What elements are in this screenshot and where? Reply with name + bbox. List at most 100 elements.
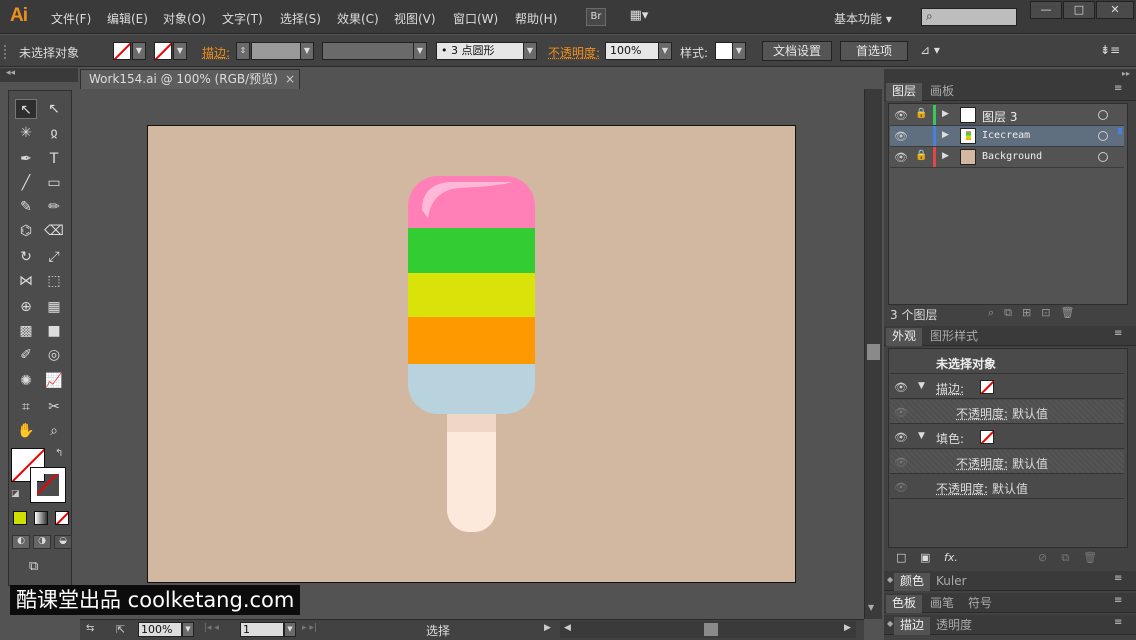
visibility-eye-icon[interactable]: 👁 — [894, 109, 908, 122]
visibility-eye-icon[interactable]: 👁 — [894, 406, 908, 419]
visibility-eye-icon[interactable]: 👁 — [894, 456, 908, 469]
document-tab[interactable]: Work154.ai @ 100% (RGB/预览) × — [80, 69, 300, 89]
rectangle-tool-icon[interactable]: ▭ — [43, 173, 65, 193]
paintbrush-tool-icon[interactable]: ✎ — [15, 197, 37, 217]
dock-collapse-icon[interactable]: ▸▸ — [884, 69, 1136, 81]
stroke-opacity-label[interactable]: 不透明度: — [956, 405, 1008, 422]
add-stroke-icon[interactable]: □ — [896, 551, 906, 564]
toolbox-header[interactable]: ◂◂ — [0, 68, 78, 82]
line-tool-icon[interactable]: ╱ — [15, 173, 37, 193]
tab-brushes[interactable]: 画笔 — [924, 595, 960, 613]
mesh-tool-icon[interactable]: ▩ — [15, 321, 37, 341]
tab-appearance[interactable]: 外观 — [886, 328, 923, 346]
graph-tool-icon[interactable]: 📈 — [43, 371, 65, 391]
artboard-number-field[interactable]: 1 — [240, 622, 284, 637]
target-icon[interactable] — [1098, 110, 1108, 120]
layer-name[interactable]: Icecream — [982, 130, 1030, 141]
panel-menu-icon[interactable]: ≡ — [1114, 617, 1122, 628]
blend-tool-icon[interactable]: ◎ — [43, 345, 65, 365]
draw-behind-icon[interactable]: ◑ — [33, 535, 51, 549]
tab-color[interactable]: 颜色 — [894, 573, 931, 591]
stroke-opacity-row[interactable]: 👁 不透明度: 默认值 — [890, 400, 1124, 424]
draw-normal-icon[interactable]: ◐ — [12, 535, 30, 549]
scroll-right-icon[interactable]: ▶ — [844, 623, 851, 633]
screen-mode-icon[interactable]: ⧉ — [29, 559, 51, 575]
panel-menu-icon[interactable]: ⇟≡ — [1100, 43, 1120, 57]
stroke-weight-input[interactable] — [251, 42, 301, 60]
fill-swatch[interactable] — [113, 42, 131, 60]
arrange-documents-button[interactable]: ▦▾ — [624, 8, 654, 26]
selection-tool-icon[interactable]: ↖ — [15, 99, 37, 119]
maximize-button[interactable]: □ — [1063, 1, 1095, 19]
swap-colors-icon[interactable]: ↰ — [55, 448, 63, 459]
tab-layers[interactable]: 图层 — [886, 83, 923, 101]
scroll-left-icon[interactable]: ◀ — [564, 623, 571, 633]
gradient-mode-icon[interactable] — [34, 511, 48, 525]
artboard-nav-icon[interactable]: ⇆ — [86, 623, 94, 634]
document-setup-button[interactable]: 文档设置 — [762, 41, 832, 61]
close-tab-icon[interactable]: × — [285, 70, 295, 88]
style-swatch[interactable] — [715, 42, 733, 60]
visibility-eye-icon[interactable]: 👁 — [894, 481, 908, 494]
appearance-actions-icons[interactable]: ⊘⧉🗑 — [1038, 551, 1111, 565]
menu-help[interactable]: 帮助(H) — [515, 10, 557, 27]
panel-menu-icon[interactable]: ≡ — [1114, 595, 1122, 606]
menu-select[interactable]: 选择(S) — [280, 10, 321, 27]
status-menu-icon[interactable]: ▶ — [544, 623, 551, 633]
visibility-eye-icon[interactable]: 👁 — [894, 431, 908, 444]
object-opacity-label[interactable]: 不透明度: — [936, 480, 988, 497]
layer-name[interactable]: Background — [982, 151, 1042, 162]
brush-dropdown[interactable]: ▼ — [523, 42, 537, 60]
menu-window[interactable]: 窗口(W) — [453, 10, 498, 27]
vertical-scrollbar[interactable]: ▼ — [864, 89, 882, 619]
stroke-weight-stepper[interactable]: ⇕ — [236, 42, 250, 60]
scroll-down-icon[interactable]: ▼ — [868, 603, 874, 612]
collapse-arrow-icon[interactable]: ▼ — [918, 431, 925, 441]
pencil-tool-icon[interactable]: ✏ — [43, 197, 65, 217]
layers-menu-icon[interactable]: ≡ — [1114, 83, 1122, 94]
add-fill-icon[interactable]: ▣ — [920, 551, 930, 564]
stroke-weight-dropdown[interactable]: ▼ — [300, 42, 314, 60]
expand-arrow-icon[interactable]: ▶ — [942, 109, 949, 119]
expand-panel-icon[interactable]: ◆ — [887, 619, 893, 628]
pen-tool-icon[interactable]: ✒ — [15, 149, 37, 169]
add-effect-icon[interactable]: fx. — [944, 551, 958, 564]
draw-inside-icon[interactable]: ◒ — [54, 535, 72, 549]
preferences-button[interactable]: 首选项 — [840, 41, 908, 61]
direct-selection-tool-icon[interactable]: ↖ — [43, 99, 65, 119]
workspace-switcher[interactable]: 基本功能 ▾ — [834, 10, 892, 27]
close-button[interactable]: ✕ — [1096, 1, 1134, 19]
tab-swatches[interactable]: 色板 — [886, 595, 923, 613]
minimize-button[interactable]: — — [1030, 1, 1062, 19]
opacity-label[interactable]: 不透明度: — [548, 44, 600, 61]
fill-opacity-row[interactable]: 👁 不透明度: 默认值 — [890, 450, 1124, 474]
zoom-level-field[interactable]: 100% — [138, 622, 182, 637]
hand-tool-icon[interactable]: ✋ — [15, 421, 37, 441]
hscroll-thumb[interactable] — [704, 623, 718, 636]
last-artboard-icon[interactable]: ▸ ▸| — [302, 623, 317, 633]
fill-attribute-row[interactable]: 👁 ▼ 填色: — [890, 425, 1124, 449]
tab-symbols[interactable]: 符号 — [962, 595, 998, 613]
blob-brush-tool-icon[interactable]: ⌬ — [15, 221, 37, 241]
target-icon[interactable] — [1098, 131, 1108, 141]
visibility-eye-icon[interactable]: 👁 — [894, 130, 908, 143]
zoom-tool-icon[interactable]: ⌕ — [43, 421, 65, 441]
search-field[interactable]: ⌕ — [921, 8, 1017, 26]
rotate-tool-icon[interactable]: ↻ — [15, 247, 37, 267]
fill-dropdown[interactable]: ▼ — [132, 42, 146, 60]
menu-view[interactable]: 视图(V) — [394, 10, 436, 27]
tab-artboards[interactable]: 画板 — [924, 83, 960, 101]
stroke-label[interactable]: 描边: — [202, 44, 230, 61]
bridge-button[interactable]: Br — [586, 8, 606, 26]
width-tool-icon[interactable]: ⋈ — [15, 271, 37, 291]
menu-effect[interactable]: 效果(C) — [337, 10, 379, 27]
tab-transparency[interactable]: 透明度 — [930, 617, 978, 635]
stroke-color-box[interactable] — [30, 467, 66, 503]
layer-row[interactable]: 👁 🔒 ▶ 图层 3 — [890, 105, 1124, 126]
stroke-swatch[interactable] — [154, 42, 172, 60]
appearance-menu-icon[interactable]: ≡ — [1114, 328, 1122, 339]
visibility-eye-icon[interactable]: 👁 — [894, 151, 908, 164]
eyedropper-tool-icon[interactable]: ✐ — [15, 345, 37, 365]
lasso-tool-icon[interactable]: ჲ — [43, 123, 65, 143]
stroke-attribute-row[interactable]: 👁 ▼ 描边: — [890, 375, 1124, 399]
